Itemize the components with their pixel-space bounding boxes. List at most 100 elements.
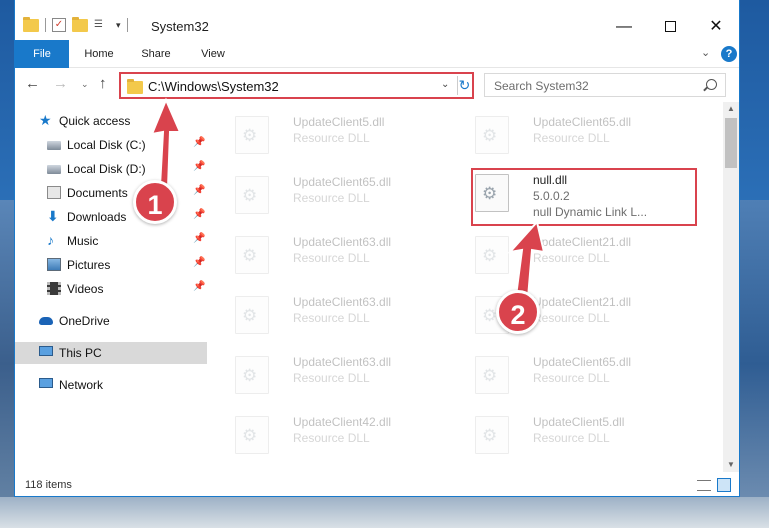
item-count: 118 items: [25, 479, 72, 491]
minimize-button[interactable]: —: [601, 14, 647, 40]
dll-file-icon: [235, 416, 269, 454]
list-item[interactable]: UpdateClient21.dll Resource DLL: [463, 226, 693, 282]
large-icons-view-icon[interactable]: [717, 478, 731, 492]
file-explorer-window: ✓ ☰ ▾ System32 — ✕ File Home Share View …: [14, 0, 740, 497]
navigation-pane: ★ Quick access Local Disk (C:) 📌 Local D…: [15, 102, 207, 472]
pin-icon[interactable]: 📌: [193, 161, 205, 172]
videos-icon: [47, 282, 61, 295]
forward-arrow-icon[interactable]: →: [53, 75, 68, 92]
folder-icon: [127, 79, 143, 94]
back-arrow-icon[interactable]: ←: [25, 75, 40, 92]
expand-ribbon-chevron-icon[interactable]: ⌄: [701, 46, 710, 59]
sidebar-item-label: OneDrive: [59, 314, 110, 328]
sidebar-item-network[interactable]: Network: [15, 374, 207, 396]
list-item[interactable]: UpdateClient65.dll Resource DLL: [463, 106, 693, 162]
list-item[interactable]: UpdateClient5.dll Resource DLL: [463, 406, 693, 462]
help-button[interactable]: ?: [721, 46, 737, 62]
sidebar-item-label: Quick access: [59, 114, 131, 128]
pin-icon[interactable]: 📌: [193, 281, 205, 292]
sidebar-item-this-pc[interactable]: This PC: [15, 342, 207, 364]
search-input[interactable]: Search System32: [484, 73, 726, 97]
sidebar-item-documents[interactable]: Documents 📌: [15, 182, 207, 204]
sidebar-item-local-disk-d[interactable]: Local Disk (D:) 📌: [15, 158, 207, 180]
file-description: Resource DLL: [533, 311, 610, 325]
address-path[interactable]: C:\Windows\System32: [148, 79, 279, 94]
new-folder-icon[interactable]: [72, 16, 88, 32]
sidebar-item-music[interactable]: ♪ Music 📌: [15, 230, 207, 252]
dll-file-icon: [235, 176, 269, 214]
annotation-step-1: 1: [133, 180, 177, 224]
address-bar[interactable]: C:\Windows\System32 ⌄ ↻: [119, 72, 474, 99]
file-description: Resource DLL: [293, 371, 370, 385]
chevron-down-icon[interactable]: ▾: [116, 20, 121, 31]
network-icon: [39, 378, 53, 388]
sidebar-item-quick-access[interactable]: ★ Quick access: [15, 110, 207, 132]
dll-file-icon: [235, 116, 269, 154]
list-item[interactable]: UpdateClient42.dll Resource DLL: [223, 406, 453, 462]
list-item[interactable]: UpdateClient63.dll Resource DLL: [223, 346, 453, 402]
close-button[interactable]: ✕: [693, 14, 739, 40]
refresh-icon[interactable]: ↻: [457, 76, 471, 95]
scrollbar-thumb[interactable]: [725, 118, 737, 168]
file-description: Resource DLL: [293, 251, 370, 265]
tab-home[interactable]: Home: [79, 40, 119, 68]
details-view-icon[interactable]: [697, 480, 711, 491]
status-bar: 118 items: [15, 474, 739, 496]
vertical-scrollbar[interactable]: ▲ ▼: [723, 102, 739, 472]
file-name: UpdateClient5.dll: [533, 415, 625, 429]
dll-file-icon: [475, 416, 509, 454]
address-dropdown-chevron-icon[interactable]: ⌄: [441, 79, 449, 90]
file-name: UpdateClient21.dll: [533, 235, 632, 249]
list-item[interactable]: UpdateClient5.dll Resource DLL: [223, 106, 453, 162]
toolbar-divider: [45, 18, 46, 32]
maximize-icon: [664, 21, 676, 33]
dll-file-icon: [475, 356, 509, 394]
ribbon: File Home Share View ⌄ ?: [15, 40, 739, 68]
sidebar-item-local-disk-c[interactable]: Local Disk (C:) 📌: [15, 134, 207, 156]
pin-icon[interactable]: 📌: [193, 233, 205, 244]
scroll-up-arrow-icon[interactable]: ▲: [727, 104, 735, 113]
sidebar-item-pictures[interactable]: Pictures 📌: [15, 254, 207, 276]
file-name: UpdateClient63.dll: [293, 355, 392, 369]
sidebar-item-label: This PC: [59, 346, 102, 360]
pin-icon[interactable]: 📌: [193, 209, 205, 220]
dll-file-icon: [475, 116, 509, 154]
sidebar-item-downloads[interactable]: ⬇ Downloads 📌: [15, 206, 207, 228]
file-list: UpdateClient5.dll Resource DLL UpdateCli…: [213, 102, 723, 472]
sidebar-item-label: Network: [59, 378, 104, 392]
sidebar-item-onedrive[interactable]: OneDrive: [15, 310, 207, 332]
list-item[interactable]: UpdateClient65.dll Resource DLL: [463, 346, 693, 402]
tab-share[interactable]: Share: [135, 40, 177, 68]
file-description: Resource DLL: [293, 311, 370, 325]
list-item[interactable]: UpdateClient63.dll Resource DLL: [223, 286, 453, 342]
list-item[interactable]: UpdateClient63.dll Resource DLL: [223, 226, 453, 282]
file-description: Resource DLL: [293, 191, 370, 205]
list-item[interactable]: UpdateClient65.dll Resource DLL: [223, 166, 453, 222]
tab-view[interactable]: View: [193, 40, 233, 68]
sidebar-item-label: Local Disk (C:): [67, 138, 146, 152]
dll-file-icon: [235, 296, 269, 334]
desktop-background-bottom: [0, 497, 769, 528]
up-arrow-icon[interactable]: ↑: [99, 75, 107, 92]
sidebar-item-videos[interactable]: Videos 📌: [15, 278, 207, 300]
quick-access-toolbar: ✓ ☰ ▾: [23, 16, 128, 32]
onedrive-cloud-icon: [39, 317, 53, 325]
file-name: UpdateClient42.dll: [293, 415, 392, 429]
tab-file[interactable]: File: [15, 40, 69, 68]
pin-icon[interactable]: 📌: [193, 137, 205, 148]
properties-check-icon[interactable]: ✓: [52, 18, 66, 32]
sidebar-item-label: Music: [67, 234, 99, 248]
recent-locations-chevron-icon[interactable]: ⌄: [81, 79, 89, 90]
computer-icon: [39, 346, 53, 356]
file-name: UpdateClient21.dll: [533, 295, 632, 309]
star-icon: ★: [39, 112, 52, 128]
sidebar-item-label: Local Disk (D:): [67, 162, 146, 176]
sidebar-item-label: Downloads: [67, 210, 127, 224]
maximize-button[interactable]: [647, 14, 693, 40]
pin-icon[interactable]: 📌: [193, 185, 205, 196]
scroll-down-arrow-icon[interactable]: ▼: [727, 460, 735, 469]
window-title: System32: [151, 19, 209, 34]
desktop-background-left: [0, 200, 14, 528]
pin-icon[interactable]: 📌: [193, 257, 205, 268]
customize-icon[interactable]: ☰: [94, 18, 110, 32]
